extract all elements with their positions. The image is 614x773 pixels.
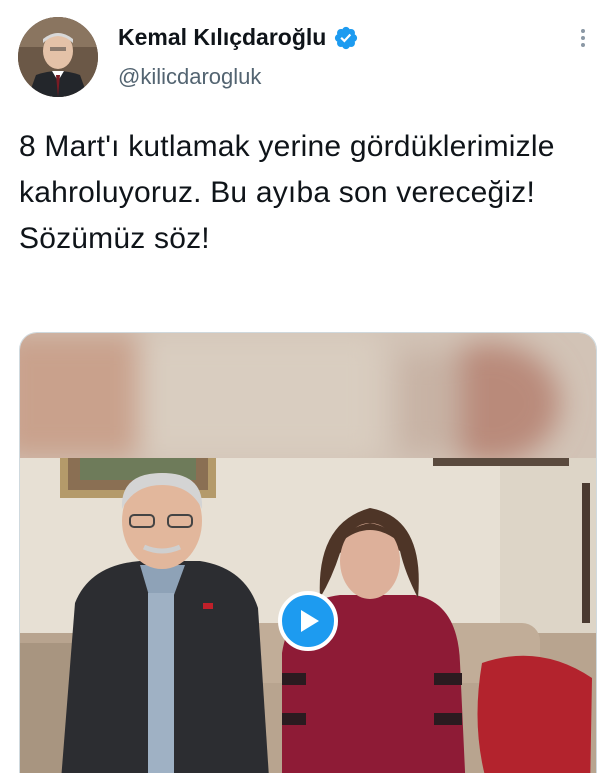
tweet-card: Kemal Kılıçdaroğlu @kilicdarogluk 8 Mart… [0,0,614,773]
video-thumbnail [20,333,596,773]
avatar[interactable] [18,17,98,97]
play-button[interactable] [278,591,338,651]
video-media[interactable] [19,332,597,773]
more-options-icon[interactable] [574,26,592,56]
author-name-row: Kemal Kılıçdaroğlu [118,24,359,51]
author-handle[interactable]: @kilicdarogluk [118,64,261,90]
tweet-text: 8 Mart'ı kutlamak yerine gördüklerimizle… [19,130,555,255]
author-display-name[interactable]: Kemal Kılıçdaroğlu [118,24,326,51]
verified-badge-icon [335,26,358,49]
play-icon [301,610,319,632]
